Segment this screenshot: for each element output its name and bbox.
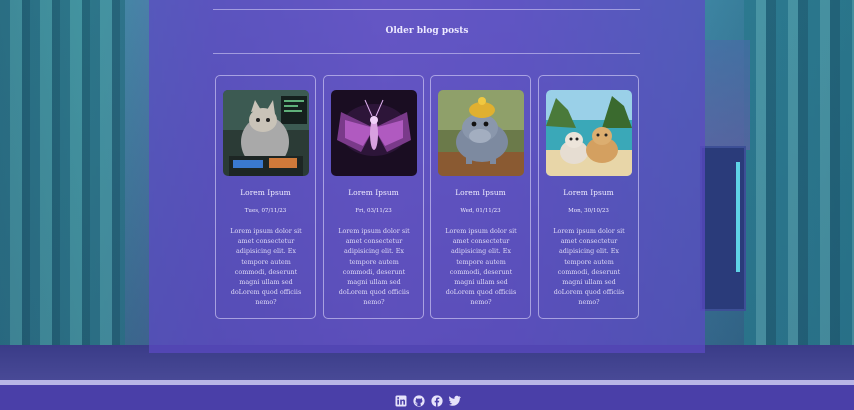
- post-title[interactable]: Lorem Ipsum: [324, 188, 423, 197]
- section-title: Older blog posts: [385, 26, 469, 36]
- divider-top: [213, 9, 640, 10]
- hippo-image: [438, 90, 524, 176]
- post-card[interactable]: Lorem Ipsum Fri, 03/11/23 Lorem ipsum do…: [323, 75, 424, 319]
- social-links: [395, 392, 461, 407]
- post-title[interactable]: Lorem Ipsum: [216, 188, 315, 197]
- divider-mid: [213, 53, 640, 54]
- post-title[interactable]: Lorem Ipsum: [431, 188, 530, 197]
- cat-hacker-image: [223, 90, 309, 176]
- background-monitor: [700, 146, 746, 311]
- post-card[interactable]: Lorem Ipsum Wed, 01/11/23 Lorem ipsum do…: [430, 75, 531, 319]
- post-excerpt: Lorem ipsum dolor sit amet consectetur a…: [445, 227, 517, 307]
- twitter-icon[interactable]: [449, 392, 461, 406]
- blog-panel: Older blog posts Lorem Ipsum Tues, 07/11…: [149, 0, 705, 353]
- linkedin-icon[interactable]: [395, 392, 407, 407]
- post-excerpt: Lorem ipsum dolor sit amet consectetur a…: [338, 227, 410, 307]
- city-skyline: [700, 40, 750, 150]
- left-curtain: [0, 0, 125, 360]
- post-date: Wed, 01/11/23: [460, 208, 501, 214]
- post-excerpt: Lorem ipsum dolor sit amet consectetur a…: [553, 227, 625, 307]
- post-card[interactable]: Lorem Ipsum Mon, 30/10/23 Lorem ipsum do…: [538, 75, 639, 319]
- right-curtain: [744, 0, 854, 360]
- github-icon[interactable]: [413, 392, 425, 407]
- cats-beach-image: [546, 90, 632, 176]
- post-date: Fri, 03/11/23: [355, 208, 392, 214]
- post-date: Mon, 30/10/23: [568, 208, 609, 214]
- post-date: Tues, 07/11/23: [244, 208, 287, 214]
- post-title[interactable]: Lorem Ipsum: [539, 188, 638, 197]
- facebook-icon[interactable]: [431, 392, 443, 407]
- post-excerpt: Lorem ipsum dolor sit amet consectetur a…: [230, 227, 302, 307]
- moth-image: [331, 90, 417, 176]
- post-card[interactable]: Lorem Ipsum Tues, 07/11/23 Lorem ipsum d…: [215, 75, 316, 319]
